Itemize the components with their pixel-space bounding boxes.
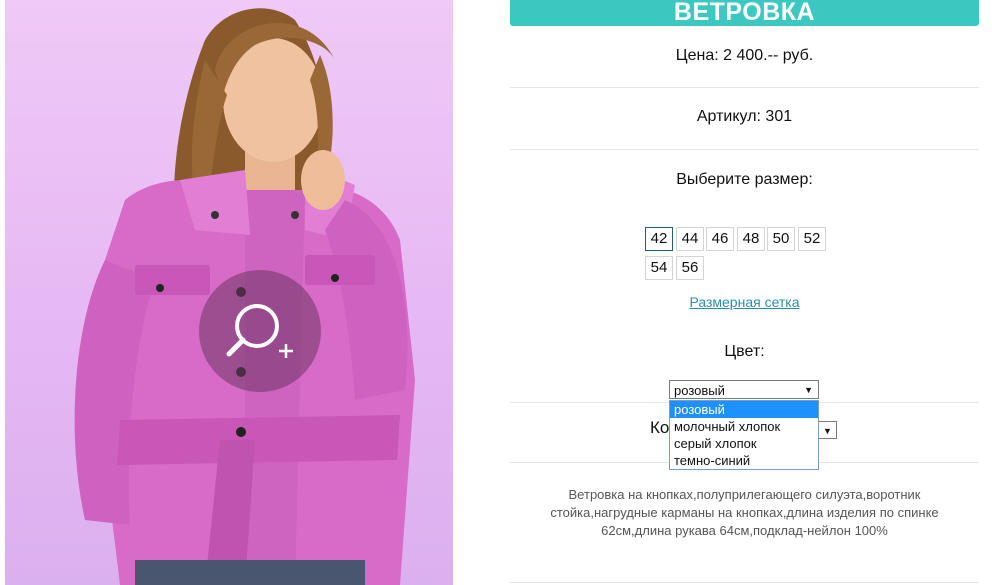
divider <box>510 149 979 150</box>
color-label: Цвет: <box>724 343 765 360</box>
size-option-52[interactable]: 52 <box>798 227 826 251</box>
divider <box>510 87 979 88</box>
zoom-in-icon <box>226 304 293 358</box>
product-price: Цена: 2 400.-- руб. <box>675 47 814 64</box>
size-option-48[interactable]: 48 <box>737 227 765 251</box>
size-option-56[interactable]: 56 <box>676 256 704 280</box>
size-option-42[interactable]: 42 <box>645 227 673 251</box>
color-option[interactable]: молочный хлопок <box>670 418 818 435</box>
color-option[interactable]: розовый <box>670 401 818 418</box>
size-chart-link[interactable]: Размерная сетка <box>510 294 979 310</box>
size-option-44[interactable]: 44 <box>676 227 704 251</box>
zoom-button[interactable] <box>199 270 321 392</box>
quantity-label: Ко <box>650 418 670 437</box>
size-prompt: Выберите размер: <box>676 171 813 188</box>
size-option-46[interactable]: 46 <box>706 227 734 251</box>
product-info-panel: ВЕТРОВКА Цена: 2 400.-- руб. Артикул: 30… <box>510 0 979 585</box>
color-select-value: розовый <box>674 383 725 398</box>
color-dropdown-list[interactable]: розовый молочный хлопок серый хлопок тем… <box>669 400 819 470</box>
chevron-down-icon: ▼ <box>804 385 813 395</box>
product-article: Артикул: 301 <box>696 108 793 125</box>
product-photo[interactable] <box>5 0 453 585</box>
size-option-50[interactable]: 50 <box>767 227 795 251</box>
divider <box>510 582 979 583</box>
color-option[interactable]: серый хлопок <box>670 435 818 452</box>
color-select[interactable]: розовый ▼ <box>669 380 819 399</box>
color-option[interactable]: темно-синий <box>670 452 818 469</box>
product-description: Ветровка на кнопках,полуприлегающего сил… <box>550 487 939 538</box>
quantity-select-arrow[interactable]: ▼ <box>819 421 837 439</box>
size-option-54[interactable]: 54 <box>645 256 673 280</box>
product-title: ВЕТРОВКА <box>510 0 979 26</box>
